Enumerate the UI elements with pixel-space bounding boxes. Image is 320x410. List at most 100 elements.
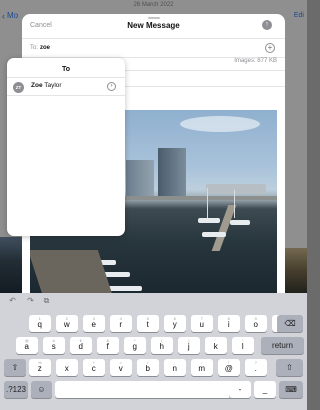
key-hint: 3: [92, 316, 95, 321]
space-bar[interactable]: [55, 381, 250, 398]
arrow-up-icon: ↑: [265, 21, 269, 28]
photo-building: [206, 184, 266, 194]
key-label: c: [91, 364, 96, 373]
key-dash[interactable]: -: [229, 381, 251, 398]
photo-boat: [230, 220, 250, 225]
key-hint: (: [161, 338, 163, 343]
key-d[interactable]: € d: [70, 337, 92, 354]
key-hint: €: [79, 338, 82, 343]
key-a[interactable]: @ a: [16, 337, 38, 354]
key-z[interactable]: % z: [29, 359, 51, 376]
popover-title: To: [61, 66, 71, 73]
key-label: z: [37, 364, 42, 373]
key-hint: ): [188, 338, 190, 343]
key-label: s: [51, 342, 56, 351]
emoji-key[interactable]: ☺: [31, 381, 52, 398]
key-label: f: [106, 342, 109, 351]
key-x[interactable]: -x: [56, 359, 78, 376]
key-label: x: [64, 364, 69, 373]
key-q[interactable]: 1q: [29, 315, 51, 332]
key-hint: 9: [254, 316, 257, 321]
key-b[interactable]: / b: [137, 359, 159, 376]
images-size-label[interactable]: Images: 877 KB: [234, 58, 277, 64]
key-hint: 6: [173, 316, 176, 321]
delete-key[interactable]: ⌫: [277, 315, 303, 332]
emoji-icon: ☺: [37, 385, 46, 394]
key-hint: /: [147, 360, 149, 365]
key-label: t: [146, 320, 149, 329]
photo-pier: [211, 205, 237, 251]
key-w[interactable]: 2w: [56, 315, 78, 332]
key-hint: ': [215, 338, 217, 343]
return-key[interactable]: return: [261, 337, 304, 354]
key-k[interactable]: ' k: [205, 337, 227, 354]
key-hint: 2: [65, 316, 68, 321]
key-underscore[interactable]: _: [254, 381, 276, 398]
plus-icon: +: [267, 43, 273, 52]
key-hint: @: [24, 338, 29, 343]
key-label: @: [224, 364, 233, 373]
to-label: To:: [30, 45, 39, 51]
key-y[interactable]: 6y: [164, 315, 186, 332]
key-label: d: [78, 342, 83, 351]
delete-icon: ⌫: [284, 319, 296, 328]
key-hint: -: [66, 360, 68, 365]
key-i[interactable]: 8i: [218, 315, 240, 332]
contact-name: Zoe Taylor: [31, 82, 62, 89]
dismiss-keyboard-key[interactable]: ⌨: [279, 381, 303, 398]
to-field[interactable]: zoe: [40, 45, 50, 51]
key-l[interactable]: " l: [232, 337, 254, 354]
key-label: i: [227, 320, 230, 329]
paste-icon[interactable]: ⧉: [42, 296, 51, 305]
key-label: u: [199, 320, 204, 329]
key-hint: 7: [200, 316, 203, 321]
key-hint: =: [119, 360, 122, 365]
shift-key-left[interactable]: ⇧: [4, 359, 26, 376]
photo-building: [126, 160, 154, 200]
key-label: v: [118, 364, 123, 373]
to-field-row: To: zoe +: [22, 38, 285, 58]
key-f[interactable]: & f: [97, 337, 119, 354]
chevron-right-icon: ›: [110, 83, 113, 89]
shift-icon: ⇧: [286, 363, 293, 372]
contact-name-match: Zoe: [31, 82, 43, 89]
undo-icon[interactable]: ↶: [8, 296, 17, 305]
key-t[interactable]: 5t: [137, 315, 159, 332]
key-sym[interactable]: ?.: [245, 359, 267, 376]
key-g[interactable]: * g: [124, 337, 146, 354]
key-hint: 1: [38, 316, 41, 321]
key-label: e: [91, 320, 96, 329]
avatar: ZT: [13, 82, 24, 93]
key-v[interactable]: = v: [110, 359, 132, 376]
redo-icon[interactable]: ↷: [26, 296, 35, 305]
key-label: o: [253, 320, 258, 329]
key-label: a: [24, 342, 29, 351]
photo-boat: [202, 232, 226, 237]
key-hint: *: [133, 338, 136, 343]
photo-boat: [198, 218, 220, 223]
add-contact-button[interactable]: +: [265, 43, 275, 53]
key-hint: &: [106, 338, 110, 343]
key-c[interactable]: + c: [83, 359, 105, 376]
key-e[interactable]: 3e: [83, 315, 105, 332]
key-m[interactable]: :m: [191, 359, 213, 376]
key-u[interactable]: 7u: [191, 315, 213, 332]
key-r[interactable]: 4r: [110, 315, 132, 332]
key-s[interactable]: # s: [43, 337, 65, 354]
key-label: r: [119, 320, 123, 329]
shortcut-bar: ↶ ↷ ⧉: [0, 293, 307, 308]
key-sym[interactable]: ! @: [218, 359, 240, 376]
key-n[interactable]: ; n: [164, 359, 186, 376]
key-label: l: [241, 342, 244, 351]
shift-icon: ⇧: [11, 363, 19, 372]
send-button[interactable]: ↑: [262, 20, 272, 30]
shift-key-right[interactable]: ⇧: [276, 359, 303, 376]
numbers-key-left[interactable]: .?123: [4, 381, 28, 398]
contact-suggestion-row[interactable]: ZT Zoe Taylor ›: [7, 78, 125, 96]
key-o[interactable]: 9o: [245, 315, 267, 332]
key-label: m: [198, 364, 206, 373]
contact-info-button[interactable]: ›: [107, 82, 116, 91]
key-h[interactable]: (h: [151, 337, 173, 354]
key-j[interactable]: ) j: [178, 337, 200, 354]
key-hint: ": [242, 338, 244, 343]
